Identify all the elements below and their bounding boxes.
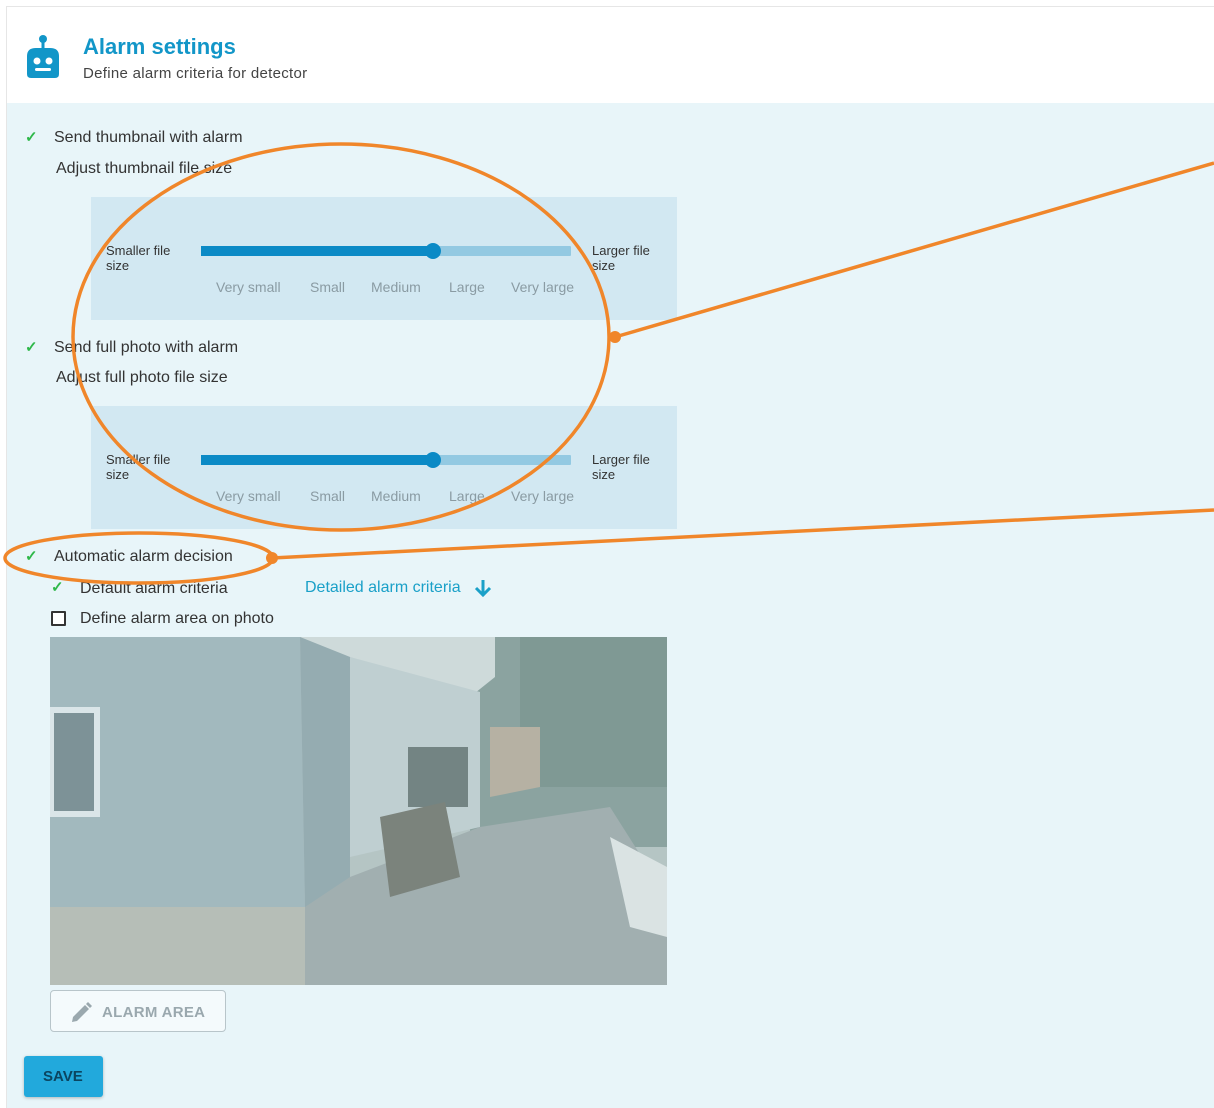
slider-track[interactable] <box>201 243 571 259</box>
robot-icon <box>27 35 59 78</box>
full-photo-size-slider[interactable]: Smaller file size Larger file size Very … <box>91 406 677 529</box>
thumbnail-adjust-label: Adjust thumbnail file size <box>56 160 233 177</box>
define-area-checkbox[interactable] <box>51 611 66 626</box>
tick-label: Very large <box>511 279 575 295</box>
thumbnail-check-icon[interactable]: ✓ <box>25 128 38 146</box>
slider-max-label: Larger file size <box>592 452 650 482</box>
page-header: Alarm settings Define alarm criteria for… <box>6 6 1214 103</box>
alarm-area-label[interactable]: ALARM AREA <box>102 1004 205 1021</box>
thumbnail-size-slider[interactable]: Smaller file size Larger file size Very … <box>91 197 677 320</box>
slider-track[interactable] <box>201 452 571 468</box>
default-criteria-label[interactable]: Default alarm criteria <box>80 580 228 598</box>
slider-fill <box>201 455 433 465</box>
full-photo-checkbox-label[interactable]: Send full photo with alarm <box>54 339 238 357</box>
slider-min-label: Smaller file size <box>106 243 171 273</box>
tick-label: Medium <box>371 488 421 504</box>
slider-min-label: Smaller file size <box>106 452 171 482</box>
detailed-criteria-label[interactable]: Detailed alarm criteria <box>305 579 461 596</box>
define-area-label[interactable]: Define alarm area on photo <box>80 610 274 628</box>
automatic-checkbox-label[interactable]: Automatic alarm decision <box>54 548 233 566</box>
tick-label: Medium <box>371 279 421 295</box>
slider-handle[interactable] <box>425 243 441 259</box>
thumbnail-checkbox-label[interactable]: Send thumbnail with alarm <box>54 129 243 147</box>
full-photo-check-icon[interactable]: ✓ <box>25 338 38 356</box>
save-label[interactable]: SAVE <box>43 1068 83 1085</box>
tick-label: Large <box>449 279 485 295</box>
slider-handle[interactable] <box>425 452 441 468</box>
tick-label: Very small <box>216 488 281 504</box>
slider-fill <box>201 246 433 256</box>
tick-label: Small <box>310 279 346 295</box>
save-button[interactable]: SAVE <box>24 1056 103 1097</box>
tick-label: Very large <box>511 488 575 504</box>
pencil-icon <box>72 1002 92 1022</box>
tick-label: Small <box>310 488 346 504</box>
full-photo-adjust-label: Adjust full photo file size <box>56 369 228 386</box>
alarm-area-button[interactable]: ALARM AREA <box>50 990 226 1032</box>
page-title: Alarm settings <box>83 34 236 59</box>
automatic-check-icon[interactable]: ✓ <box>25 547 38 565</box>
arrow-down-icon <box>475 580 492 598</box>
tick-label: Large <box>449 488 485 504</box>
slider-max-label: Larger file size <box>592 243 650 273</box>
camera-photo <box>50 637 667 985</box>
default-criteria-check-icon[interactable]: ✓ <box>51 578 64 596</box>
detailed-criteria-link[interactable]: Detailed alarm criteria <box>305 578 493 598</box>
page-subtitle: Define alarm criteria for detector <box>83 65 308 82</box>
tick-label: Very small <box>216 279 281 295</box>
